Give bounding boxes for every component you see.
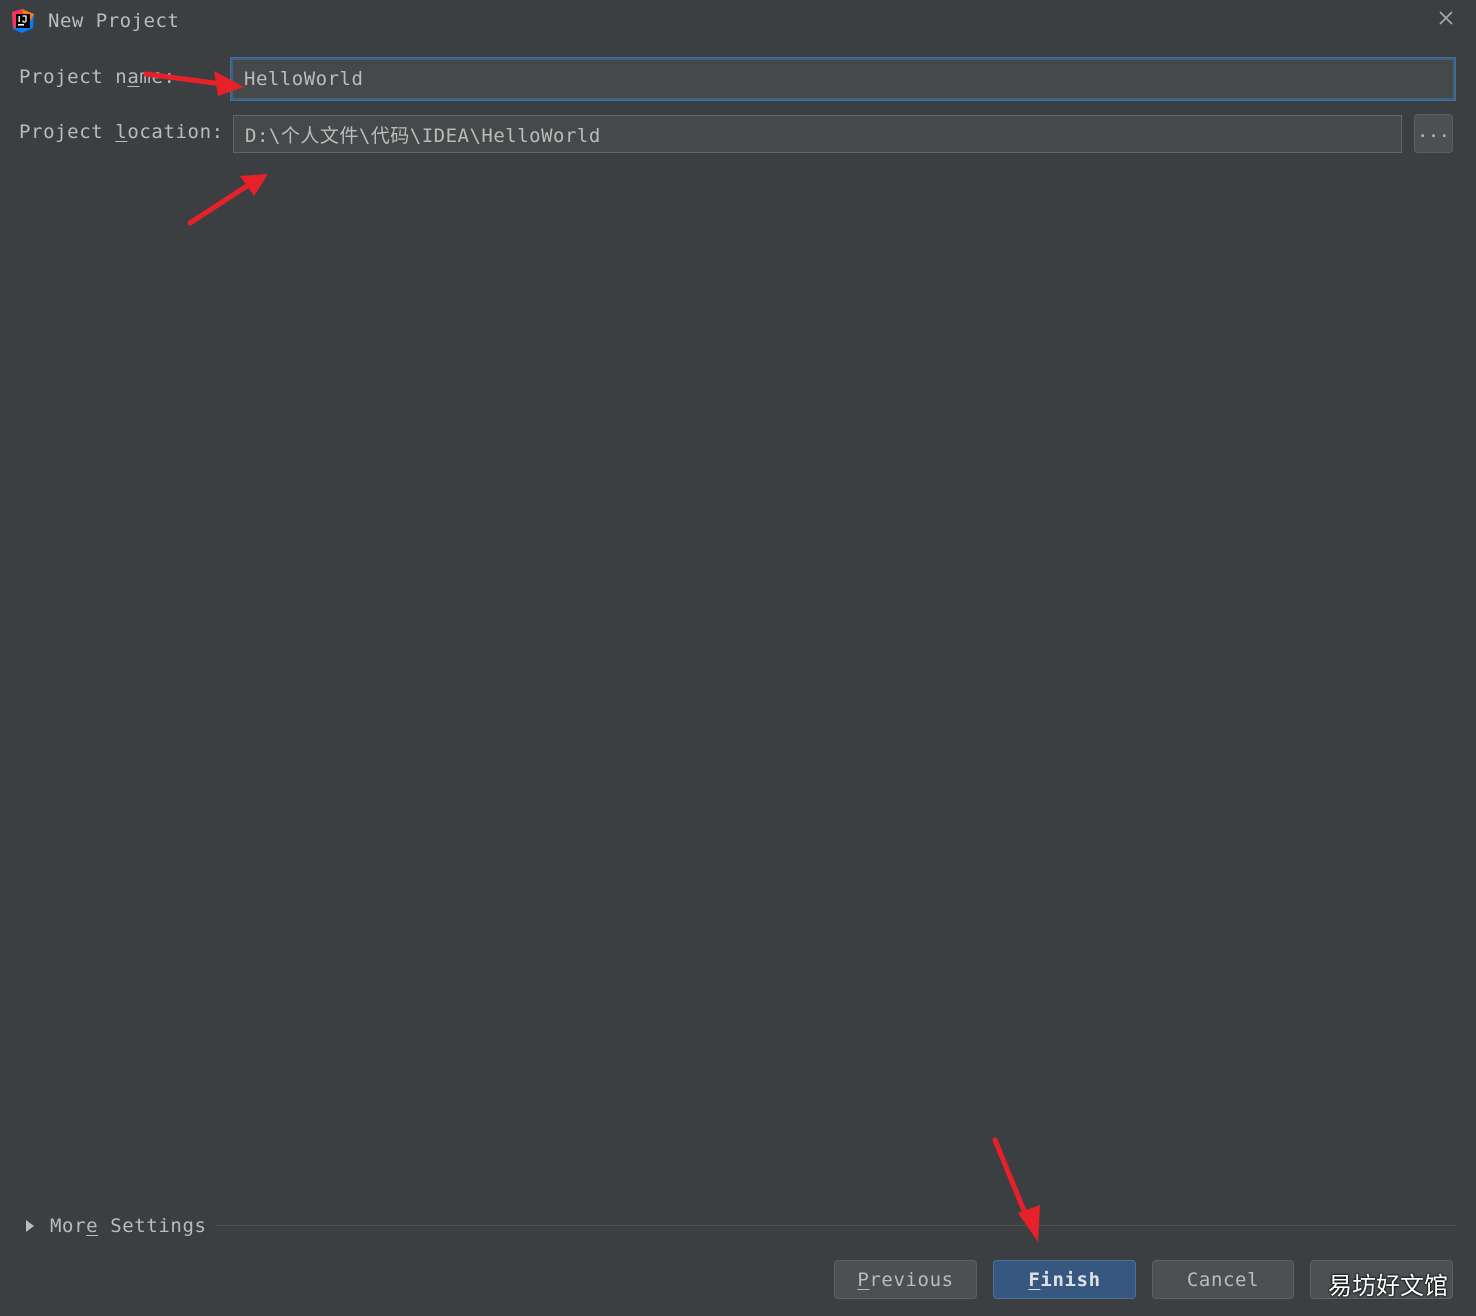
close-icon[interactable] [1434, 6, 1458, 30]
more-settings-divider [216, 1225, 1456, 1226]
browse-location-button[interactable]: ... [1414, 114, 1453, 153]
previous-button[interactable]: Previous [834, 1260, 977, 1299]
project-name-label: Project name: [19, 66, 176, 88]
project-location-value: D:\个人文件\代码\IDEA\HelloWorld [245, 124, 601, 147]
intellij-idea-icon [12, 9, 34, 33]
title-bar: New Project [0, 0, 1476, 44]
window-title: New Project [48, 10, 180, 32]
project-location-label: Project location: [19, 121, 224, 143]
project-location-input[interactable]: D:\个人文件\代码\IDEA\HelloWorld [233, 115, 1402, 153]
watermark-text: 易坊好文馆 [1328, 1272, 1448, 1300]
annotation-arrow-finish [992, 1137, 1040, 1242]
more-settings-label: More Settings [50, 1215, 207, 1237]
expand-triangle-icon [26, 1220, 34, 1232]
more-settings-toggle[interactable]: More Settings [26, 1212, 207, 1240]
annotation-arrows [143, 71, 1040, 1242]
project-name-input[interactable]: HelloWorld [231, 58, 1455, 100]
project-name-value: HelloWorld [244, 68, 364, 90]
cancel-button[interactable]: Cancel [1152, 1260, 1294, 1299]
annotation-arrow-location [187, 174, 268, 226]
finish-button[interactable]: Finish [993, 1260, 1136, 1299]
